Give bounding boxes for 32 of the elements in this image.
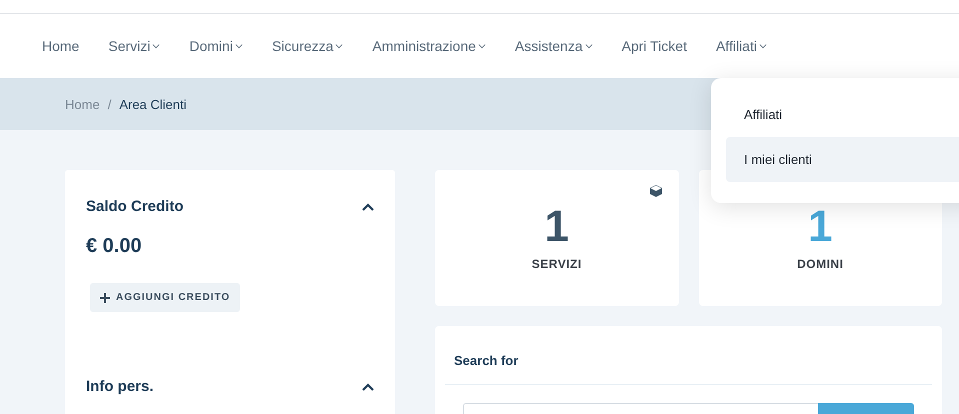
breadcrumb-current: Area Clienti (119, 96, 187, 112)
collapse-icon[interactable] (362, 382, 374, 390)
stat-label: DOMINI (797, 257, 844, 271)
breadcrumb-separator: / (108, 96, 112, 112)
add-credit-button[interactable]: AGGIUNGI CREDITO (90, 283, 240, 312)
credit-amount: € 0.00 (86, 235, 143, 258)
collapse-icon[interactable] (362, 202, 374, 210)
cube-icon (648, 184, 662, 198)
stat-value: 1 (808, 205, 832, 249)
nav-link[interactable]: Amministrazione (372, 38, 486, 54)
chevron-down-icon (478, 44, 486, 48)
nav-link[interactable]: Servizi (108, 38, 160, 54)
chevron-down-icon (152, 44, 160, 48)
stat-value: 1 (544, 205, 569, 249)
nav-link[interactable]: Affiliati (716, 38, 767, 54)
search-title: Search for (445, 326, 932, 385)
plus-icon (100, 292, 110, 302)
section-title: Saldo Credito (86, 198, 184, 215)
nav-link[interactable]: Home (42, 38, 80, 54)
chevron-down-icon (234, 44, 243, 48)
chevron-down-icon (758, 44, 767, 48)
menu-item[interactable]: I miei clienti (726, 137, 959, 182)
section-title: Info pers. (86, 378, 154, 395)
nav-link[interactable]: Assistenza (514, 38, 593, 54)
breadcrumb-link[interactable]: Home (65, 96, 100, 112)
stat-label: SERVIZI (532, 257, 582, 271)
stat-card[interactable]: 1 SERVIZI (435, 170, 678, 306)
nav-link[interactable]: Domini (189, 38, 243, 54)
nav-link[interactable]: Sicurezza (272, 38, 344, 54)
chevron-down-icon (584, 44, 593, 48)
chevron-down-icon (335, 44, 344, 48)
nav-link[interactable]: Apri Ticket (622, 38, 687, 54)
